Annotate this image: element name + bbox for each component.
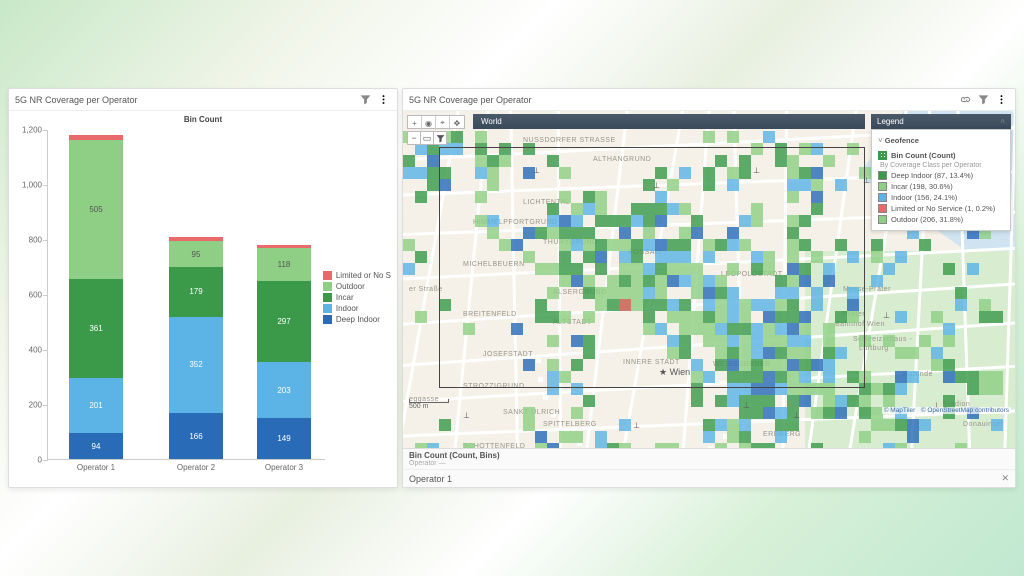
chart-title: Bin Count [13, 111, 393, 124]
target-icon[interactable]: ⌖ [436, 116, 450, 130]
x-category-label: Operator 1 [69, 459, 123, 472]
select-icon[interactable]: ▭ [420, 131, 434, 145]
chart-panel: 5G NR Coverage per Operator Bin Count 02… [8, 88, 398, 488]
chevron-up-icon: ˄ [1000, 117, 1005, 126]
antenna-icon: ⊥ [463, 411, 470, 420]
locate-icon[interactable]: ✥ [450, 116, 464, 130]
legend-item[interactable]: Outdoor [323, 282, 391, 291]
map-legend-item[interactable]: Outdoor (206, 31.8%) [878, 215, 1004, 224]
more-icon[interactable] [375, 92, 391, 108]
bar-operator-2[interactable]: 95179352166 [169, 237, 223, 459]
map-legend-item[interactable]: Deep Indoor (87, 13.4%) [878, 171, 1004, 180]
breadcrumb-world: World [481, 117, 502, 126]
link-icon[interactable] [957, 92, 973, 108]
zoom-out-icon[interactable]: − [407, 131, 421, 145]
antenna-icon: ⊥ [743, 401, 750, 410]
map-panel: 5G NR Coverage per Operator NUSSDORFER S… [402, 88, 1016, 488]
chart-panel-title: 5G NR Coverage per Operator [15, 95, 355, 105]
close-icon[interactable]: ✕ [1001, 473, 1009, 484]
x-category-label: Operator 3 [257, 459, 311, 472]
footer-metric: Bin Count (Count, Bins) [403, 449, 1015, 460]
antenna-icon: ⊥ [793, 411, 800, 420]
map-legend-panel: ˅ GeofenceBin Count (Count)By Coverage C… [871, 129, 1011, 231]
map-toolbar-zoom: + ◉ ⌖ ✥ [407, 115, 465, 129]
legend-title: Legend [877, 117, 904, 126]
map-breadcrumb[interactable]: World [473, 114, 865, 129]
legend-item[interactable]: Incar [323, 293, 391, 302]
geofence-rect [439, 147, 865, 388]
filter-icon[interactable] [357, 92, 373, 108]
map-legend-item[interactable]: Limited or No Service (1, 0.2%) [878, 204, 1004, 213]
filter-icon[interactable] [975, 92, 991, 108]
legend-toggle[interactable]: Legend ˄ [871, 114, 1011, 129]
map-attribution: © MapTiler © OpenStreetMap contributors [882, 407, 1011, 414]
stacked-bar-chart: 02004006008001,0001,20050536120194Operat… [47, 130, 325, 460]
chart-panel-header: 5G NR Coverage per Operator [9, 89, 397, 111]
legend-item[interactable]: Limited or No S [323, 271, 391, 280]
map-body: NUSSDORFER STRASSEALTHANGRUNDLICHTENTALH… [403, 111, 1015, 448]
bar-operator-1[interactable]: 50536120194 [69, 135, 123, 459]
map-footer: Bin Count (Count, Bins) Operator — Opera… [403, 448, 1015, 487]
zoom-in-icon[interactable]: + [408, 116, 422, 130]
osm-link[interactable]: © OpenStreetMap contributors [921, 407, 1009, 414]
legend-item[interactable]: Indoor [323, 304, 391, 313]
map-panel-header: 5G NR Coverage per Operator [403, 89, 1015, 111]
operator-filter-row: Operator 1 ✕ [403, 469, 1015, 487]
map-panel-title: 5G NR Coverage per Operator [409, 95, 955, 105]
legend-item[interactable]: Deep Indoor [323, 315, 391, 324]
operator-selected[interactable]: Operator 1 [409, 474, 452, 484]
map-legend-item[interactable]: Incar (198, 30.6%) [878, 182, 1004, 191]
maptiler-link[interactable]: © MapTiler [884, 407, 916, 414]
more-icon[interactable] [993, 92, 1009, 108]
x-category-label: Operator 2 [169, 459, 223, 472]
filter-tool-icon[interactable] [433, 131, 447, 145]
footer-dimension: Operator — [403, 460, 1015, 469]
antenna-icon: ⊥ [633, 421, 640, 430]
map-toolbar-tools: − ▭ [407, 131, 446, 145]
world-icon[interactable]: ◉ [422, 116, 436, 130]
chart-legend: Limited or No S Outdoor Incar Indoor Deep In… [323, 271, 391, 326]
scale-bar: 500 m [409, 399, 449, 410]
antenna-icon: ⊥ [883, 311, 890, 320]
map-legend-item[interactable]: Indoor (156, 24.1%) [878, 193, 1004, 202]
bar-operator-3[interactable]: 118297203149 [257, 245, 311, 459]
